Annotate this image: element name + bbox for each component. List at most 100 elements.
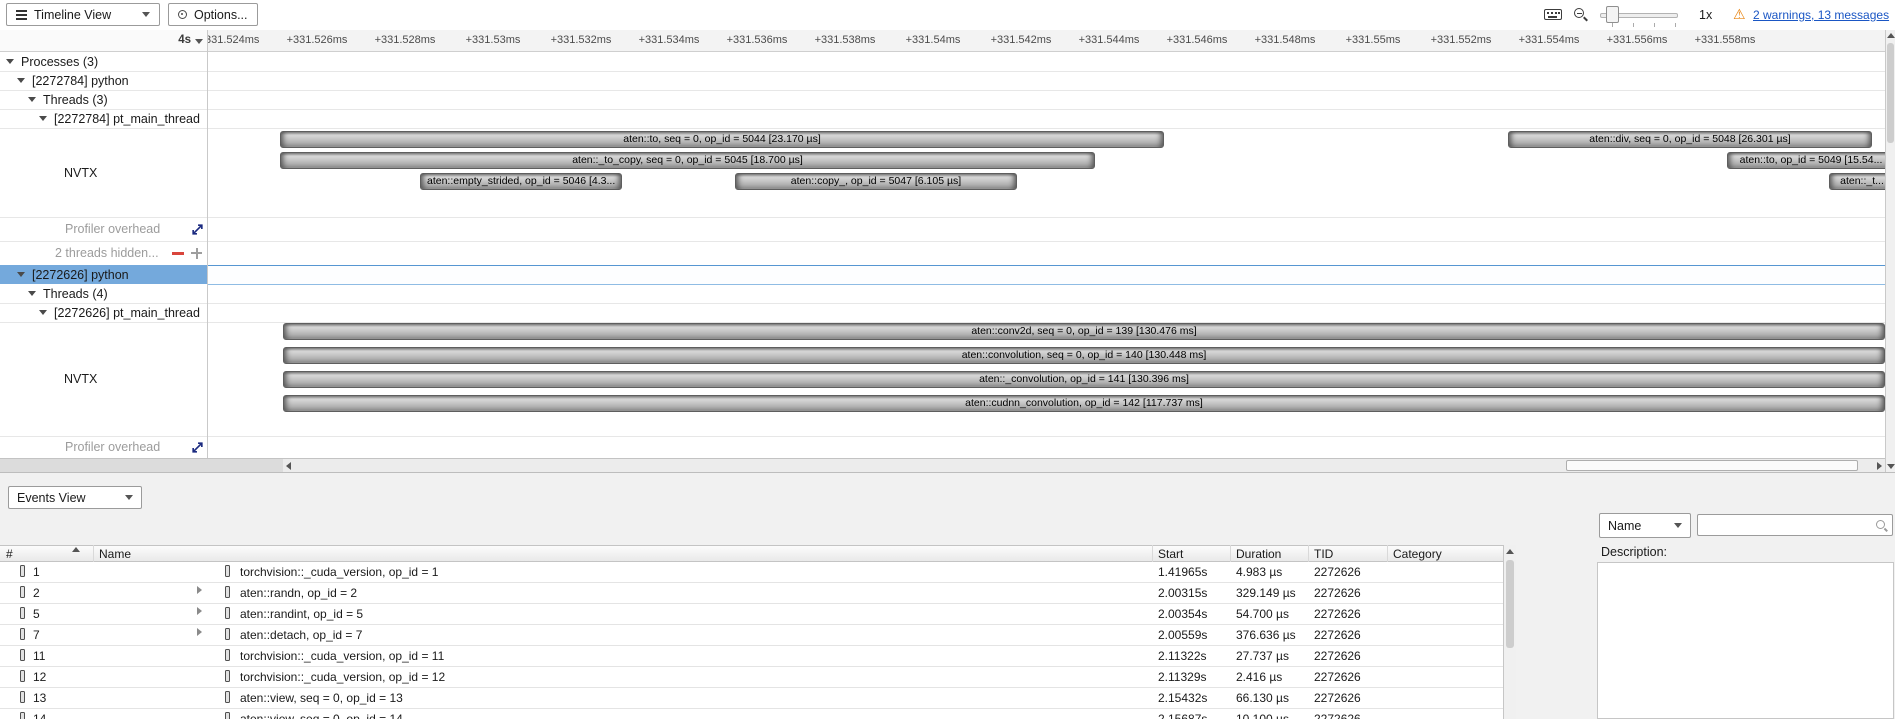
event-table-row[interactable]: 11torchvision::_cuda_version, op_id = 11… [0,646,1503,667]
tree-row-threads-hidden[interactable]: 2 threads hidden... [0,241,207,265]
zoom-slider-thumb[interactable] [1606,6,1619,23]
collapse-caret-icon[interactable] [39,310,47,315]
event-table-row[interactable]: 12torchvision::_cuda_version, op_id = 12… [0,667,1503,688]
ruler-tick-label: +331.532ms [551,34,612,46]
event-glyph-icon [225,628,230,640]
slider-tick [1675,23,1676,27]
scroll-left-arrow-icon[interactable] [286,462,291,470]
collapse-caret-icon[interactable] [17,78,25,83]
tree-row-threads-1[interactable]: Threads (3) [0,90,207,109]
tree-row-profiler-overhead-1[interactable]: Profiler overhead [0,217,207,241]
tree-row-processes[interactable]: Processes (3) [0,52,207,71]
events-table: # Name Start Duration TID Category 1torc… [0,545,1503,719]
col-header-name[interactable]: Name [99,547,131,561]
events-view-selector[interactable]: Events View [8,486,142,509]
warnings-messages-link[interactable]: 2 warnings, 13 messages [1753,8,1889,22]
event-table-row[interactable]: 1torchvision::_cuda_version, op_id = 11.… [0,562,1503,583]
table-scrollbar-thumb[interactable] [1506,560,1514,648]
tree-row-pt-main-thread-2[interactable]: [2272626] pt_main_thread [0,303,207,322]
hide-thread-icon[interactable] [172,252,184,255]
nvtx-range-bar[interactable]: aten::convolution, seq = 0, op_id = 140 … [283,347,1885,364]
zoom-out-icon[interactable] [1574,8,1587,21]
nvtx-range-bar[interactable]: aten::_convolution, op_id = 141 [130.396… [283,371,1885,388]
tree-row-process-2272784[interactable]: [2272784] python [0,71,207,90]
col-header-duration[interactable]: Duration [1236,547,1281,561]
timeline-h-scrollbar[interactable] [283,458,1885,472]
tree-row-nvtx-2[interactable]: NVTX [0,322,207,436]
scroll-down-arrow-icon[interactable] [1887,464,1895,469]
nvtx-range-bar[interactable]: aten::conv2d, seq = 0, op_id = 139 [130.… [283,323,1885,340]
nvtx-range-bar[interactable]: aten::empty_strided, op_id = 5046 [4.3..… [420,173,622,190]
timeline-ruler[interactable]: +331.524ms+331.526ms+331.528ms+331.53ms+… [207,30,1885,52]
expand-row-icon[interactable] [191,223,204,236]
scroll-up-arrow-icon[interactable] [1506,549,1514,554]
keyboard-shortcuts-icon[interactable] [1544,9,1562,20]
filter-field-selector[interactable]: Name [1599,513,1691,538]
collapse-caret-icon[interactable] [28,291,36,296]
row-expander-icon[interactable] [197,628,202,636]
row-divider [0,241,1885,242]
timeline-view-selector[interactable]: Timeline View [6,3,160,26]
nvtx-range-bar[interactable]: aten::to, seq = 0, op_id = 5044 [23.170 … [280,131,1164,148]
event-table-row[interactable]: 7aten::detach, op_id = 72.00559s376.636 … [0,625,1503,646]
event-table-row[interactable]: 14aten::view, seq = 0, op_id = 142.15687… [0,709,1503,719]
col-header-tid[interactable]: TID [1314,547,1333,561]
options-button[interactable]: Options... [168,3,258,26]
tree-row-profiler-overhead-2[interactable]: Profiler overhead [0,436,207,458]
row-divider [0,71,1885,72]
collapse-caret-icon[interactable] [28,97,36,102]
tree-row-threads-2[interactable]: Threads (4) [0,284,207,303]
timeline-scale-header[interactable]: 4s [0,30,207,52]
tree-row-process-2272626[interactable]: [2272626] python [0,265,207,284]
nvtx-range-bar[interactable]: aten::cudnn_convolution, op_id = 142 [11… [283,395,1885,412]
ruler-tick-label: +331.536ms [727,34,788,46]
nvtx-range-bar[interactable]: aten::copy_, op_id = 5047 [6.105 µs] [735,173,1017,190]
collapse-caret-icon[interactable] [39,116,47,121]
event-glyph-icon [20,586,25,598]
h-scrollbar-thumb[interactable] [1566,460,1858,471]
events-table-scrollbar[interactable] [1503,545,1516,719]
timeline-v-scrollbar[interactable] [1885,30,1895,472]
nvtx-range-bar[interactable]: aten::_to_copy, seq = 0, op_id = 5045 [1… [280,152,1095,169]
row-expander-icon[interactable] [197,607,202,615]
show-thread-icon[interactable] [191,248,202,259]
tree-row-nvtx-1[interactable]: NVTX [0,128,207,217]
timeline-viewport[interactable]: +331.524ms+331.526ms+331.528ms+331.53ms+… [207,30,1885,458]
tree-label: [2272626] pt_main_thread [54,306,200,320]
event-table-row[interactable]: 5aten::randint, op_id = 52.00354s54.700 … [0,604,1503,625]
event-glyph-icon [20,565,25,577]
scroll-up-arrow-icon[interactable] [1887,33,1895,38]
search-icon[interactable] [1875,519,1888,532]
ruler-tick-label: +331.528ms [375,34,436,46]
chevron-down-icon [1674,523,1682,528]
col-header-num[interactable]: # [6,547,13,561]
event-start: 2.11322s [1158,649,1207,663]
nvtx-range-bar[interactable]: aten::to, op_id = 5049 [15.54... [1727,152,1885,169]
expand-row-icon[interactable] [191,441,204,454]
row-expander-icon[interactable] [197,586,202,594]
nsight-systems-window: Timeline View Options... 1x ⚠ 2 warnings… [0,0,1895,719]
event-table-row[interactable]: 2aten::randn, op_id = 22.00315s329.149 µ… [0,583,1503,604]
event-name: aten::detach, op_id = 7 [240,628,362,642]
collapse-caret-icon[interactable] [17,272,25,277]
scroll-right-arrow-icon[interactable] [1877,462,1882,470]
tree-timeline-divider[interactable] [207,30,208,472]
col-header-start[interactable]: Start [1158,547,1183,561]
col-header-category[interactable]: Category [1393,547,1442,561]
event-duration: 2.416 µs [1236,670,1282,684]
collapse-caret-icon[interactable] [6,59,14,64]
event-table-row[interactable]: 13aten::view, seq = 0, op_id = 132.15432… [0,688,1503,709]
nvtx-range-bar[interactable]: aten::div, seq = 0, op_id = 5048 [26.301… [1508,131,1872,148]
v-scrollbar-thumb[interactable] [1887,43,1894,143]
search-input[interactable] [1698,515,1892,535]
event-duration: 27.737 µs [1236,649,1289,663]
ruler-tick-label: +331.526ms [287,34,348,46]
events-table-header[interactable]: # Name Start Duration TID Category [0,545,1503,562]
nvtx-range-bar[interactable]: aten::_t... [1829,173,1885,190]
event-number: 7 [33,628,40,642]
event-duration: 4.983 µs [1236,565,1282,579]
warning-icon: ⚠ [1733,6,1746,23]
tree-row-pt-main-thread-1[interactable]: [2272784] pt_main_thread [0,109,207,128]
tree-label: [2272626] python [32,268,129,282]
event-glyph-icon [20,649,25,661]
